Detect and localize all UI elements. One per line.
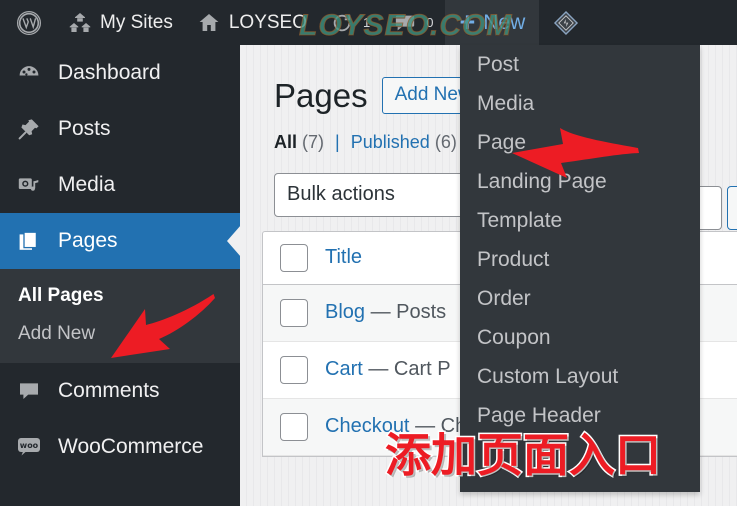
sidebar-item-woocommerce[interactable]: woo WooCommerce (0, 419, 240, 475)
row-checkbox[interactable] (263, 298, 325, 327)
row-checkbox[interactable] (263, 412, 325, 441)
filter-link-published[interactable]: Published (351, 132, 430, 152)
admin-bar-site-name[interactable]: LOYSEO (185, 0, 319, 45)
admin-bar-site-label: LOYSEO (228, 11, 308, 33)
new-menu-item-media[interactable]: Media (460, 84, 700, 123)
sidebar-item-label: WooCommerce (58, 435, 204, 458)
filter-count-all: (7) (302, 131, 325, 152)
row-title-cell: Cart — Cart P (325, 358, 451, 381)
admin-bar-updates[interactable]: 1 (319, 0, 382, 45)
filter-separator: | (335, 131, 340, 152)
filter-link-all[interactable]: All (274, 132, 297, 152)
sidebar-item-dashboard[interactable]: Dashboard (0, 45, 240, 101)
admin-bar-jetpack[interactable] (539, 0, 593, 45)
sidebar-item-label: Posts (58, 117, 111, 140)
new-menu-item-page[interactable]: Page (460, 123, 700, 162)
sidebar-subitem-add-new[interactable]: Add New (0, 315, 240, 353)
row-title-cell: Blog — Posts (325, 301, 446, 324)
row-description: Posts (396, 301, 447, 324)
sidebar-item-label: Media (58, 173, 116, 196)
admin-bar-new-button[interactable]: + New (445, 0, 540, 45)
admin-bar-comments[interactable]: 0 (382, 0, 445, 45)
pushpin-icon (14, 117, 44, 141)
chinese-annotation-text: 添加页面入口 (384, 428, 663, 482)
sidebar-item-media[interactable]: Media (0, 157, 240, 213)
row-dash: — (368, 358, 389, 381)
row-checkbox[interactable] (263, 355, 325, 384)
sidebar-item-posts[interactable]: Posts (0, 101, 240, 157)
new-menu-item-landing-page[interactable]: Landing Page (460, 162, 700, 201)
new-menu-item-product[interactable]: Product (460, 240, 700, 279)
comments-count: 0 (426, 15, 434, 30)
comment-bubble-icon (14, 379, 44, 403)
row-description: Cart P (393, 358, 451, 381)
dashboard-gauge-icon (14, 61, 44, 85)
page-title: Pages (274, 76, 368, 114)
new-menu-item-order[interactable]: Order (460, 279, 700, 318)
sidebar-subitem-all-pages[interactable]: All Pages (0, 277, 240, 315)
select-all-checkbox[interactable] (263, 243, 325, 272)
sidebar-submenu-pages: All Pages Add New (0, 269, 240, 363)
sidebar-item-label: Dashboard (58, 61, 161, 84)
wordpress-logo-icon (16, 10, 42, 36)
column-header-title[interactable]: Title (325, 246, 362, 269)
my-sites-icon (68, 11, 92, 35)
camera-music-icon (14, 173, 44, 197)
admin-sidebar-menu: Dashboard Posts Media Pages All Pages Ad… (0, 45, 241, 506)
new-menu-item-custom-layout[interactable]: Custom Layout (460, 357, 700, 396)
bulk-actions-value: Bulk actions (287, 183, 395, 206)
plus-icon: + (459, 7, 476, 37)
admin-bar-wordpress-logo[interactable] (0, 0, 56, 45)
new-menu-item-post[interactable]: Post (460, 45, 700, 84)
row-dash: — (370, 301, 391, 324)
admin-bar-my-sites[interactable]: My Sites (56, 0, 185, 45)
row-title-link[interactable]: Blog (325, 301, 365, 323)
updates-icon (331, 12, 353, 34)
new-menu-item-template[interactable]: Template (460, 201, 700, 240)
admin-bar-my-sites-label: My Sites (100, 11, 173, 33)
comment-bubble-icon (394, 12, 416, 34)
sidebar-item-label: Comments (58, 379, 160, 402)
svg-text:woo: woo (20, 441, 39, 450)
filter-button[interactable] (727, 186, 737, 230)
admin-bar: My Sites LOYSEO 1 0 + New (0, 0, 737, 45)
new-menu-item-coupon[interactable]: Coupon (460, 318, 700, 357)
sidebar-current-pointer (227, 225, 241, 257)
sidebar-item-label: Pages (58, 229, 118, 252)
sidebar-item-comments[interactable]: Comments (0, 363, 240, 419)
admin-bar-new-label: New (483, 10, 526, 34)
filter-count-published: (6) (434, 131, 457, 152)
pages-stack-icon (14, 229, 44, 253)
row-title-link[interactable]: Cart (325, 358, 363, 380)
updates-count: 1 (363, 15, 371, 30)
woocommerce-icon: woo (14, 434, 44, 460)
new-dropdown-menu: Post Media Page Landing Page Template Pr… (460, 45, 700, 492)
jetpack-diamond-icon (553, 10, 579, 36)
bulk-actions-select[interactable]: Bulk actions (274, 172, 488, 217)
home-icon (197, 11, 221, 35)
sidebar-item-pages[interactable]: Pages (0, 213, 241, 269)
